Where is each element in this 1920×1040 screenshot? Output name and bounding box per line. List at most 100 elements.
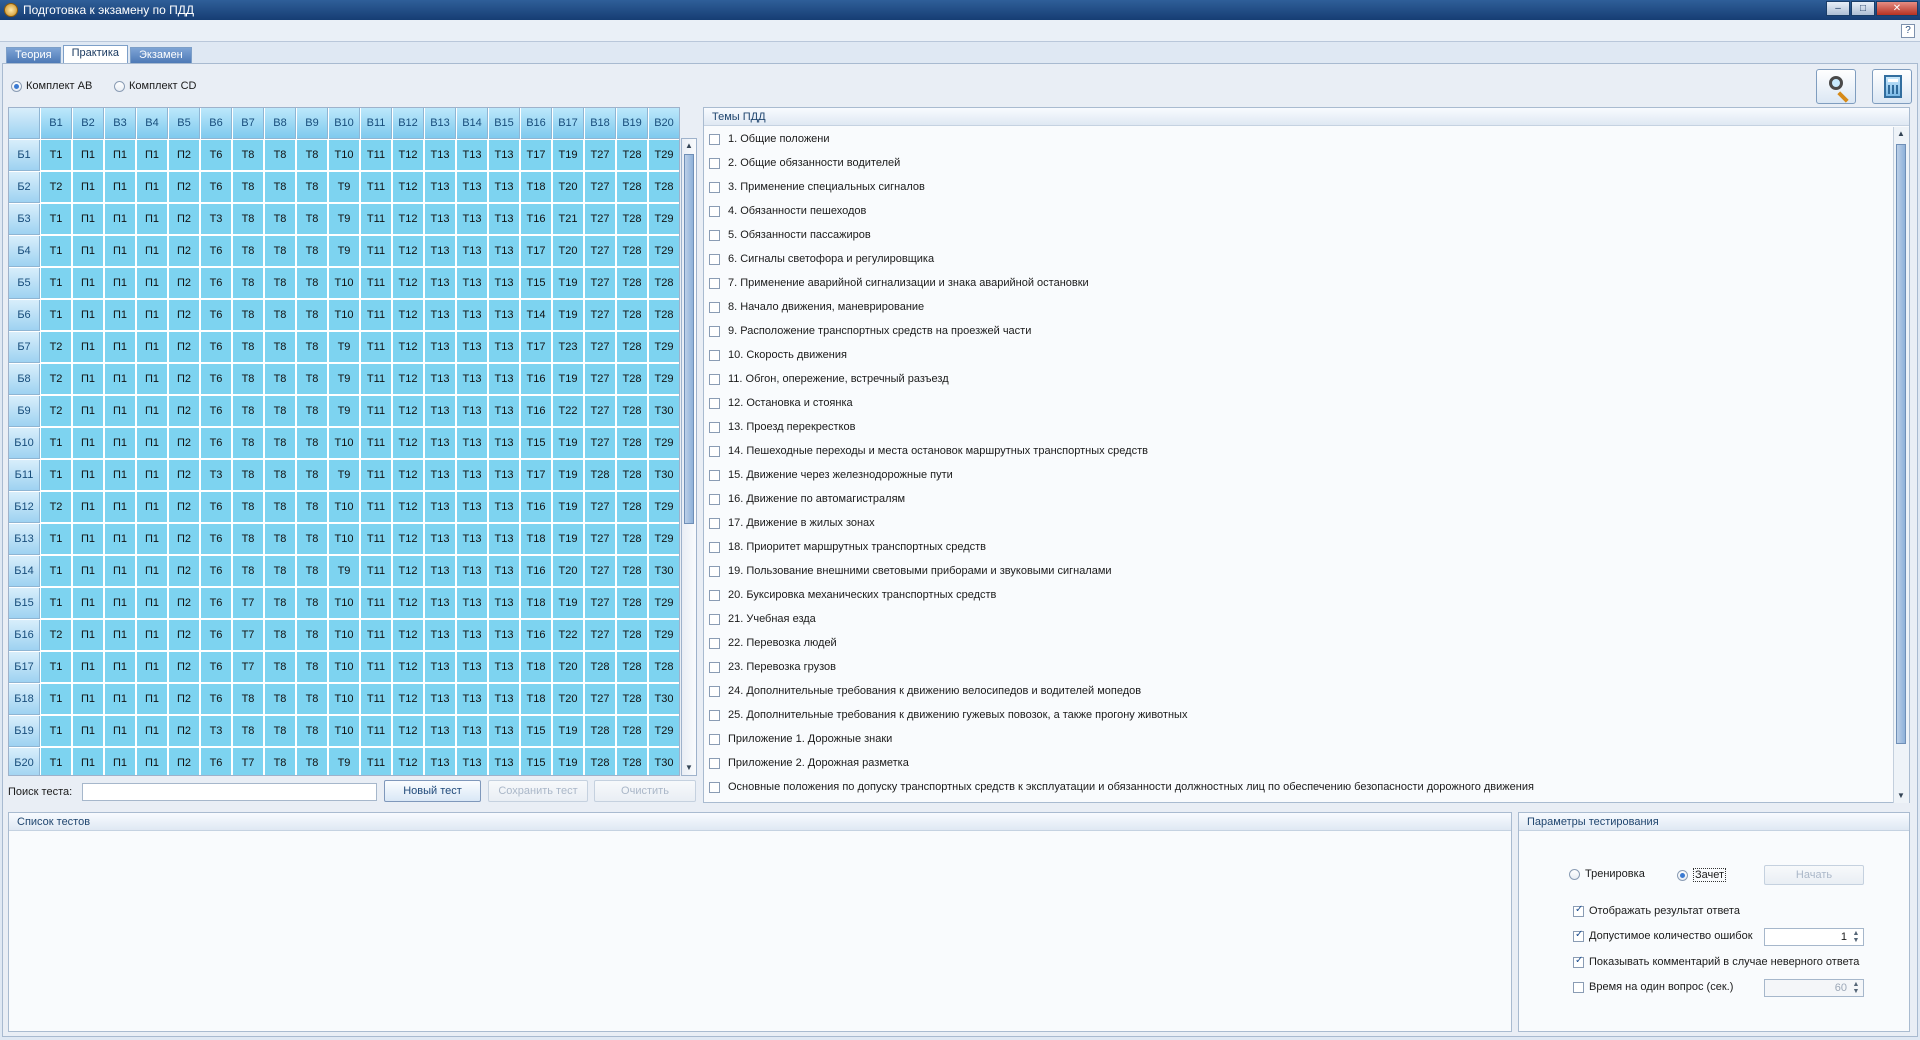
grid-cell[interactable]: Т11	[361, 524, 392, 555]
grid-cell[interactable]: Т11	[361, 684, 392, 715]
grid-cell[interactable]: П1	[137, 652, 168, 683]
grid-cell[interactable]: Т8	[233, 556, 264, 587]
grid-cell[interactable]: Т27	[585, 140, 616, 171]
grid-cell[interactable]: Т18	[521, 172, 552, 203]
zoom-button[interactable]	[1816, 69, 1856, 104]
grid-cell[interactable]: Т11	[361, 204, 392, 235]
grid-cell[interactable]: Т13	[489, 620, 520, 651]
grid-cell[interactable]: П2	[169, 396, 200, 427]
grid-cell[interactable]: Т3	[201, 204, 232, 235]
grid-cell[interactable]: Т13	[489, 652, 520, 683]
grid-cell[interactable]: Т12	[393, 460, 424, 491]
grid-cell[interactable]: П1	[73, 428, 104, 459]
grid-cell[interactable]: Т11	[361, 428, 392, 459]
row-header[interactable]: Б3	[9, 204, 40, 235]
grid-cell[interactable]: П1	[105, 140, 136, 171]
grid-cell[interactable]: Т28	[649, 300, 679, 331]
grid-cell[interactable]: Т13	[457, 364, 488, 395]
grid-cell[interactable]: Т28	[617, 652, 648, 683]
grid-cell[interactable]: П1	[105, 588, 136, 619]
grid-cell[interactable]: Т13	[489, 364, 520, 395]
grid-cell[interactable]: Т12	[393, 428, 424, 459]
grid-cell[interactable]: Т6	[201, 588, 232, 619]
tab-theory[interactable]: Теория	[6, 47, 61, 63]
grid-cell[interactable]: Т8	[265, 332, 296, 363]
grid-cell[interactable]: Т12	[393, 268, 424, 299]
grid-cell[interactable]: Т12	[393, 492, 424, 523]
row-header[interactable]: Б15	[9, 588, 40, 619]
grid-cell[interactable]: П2	[169, 300, 200, 331]
grid-cell[interactable]: Т10	[329, 652, 360, 683]
topic-item[interactable]: 8. Начало движения, маневрирование	[704, 295, 1893, 319]
grid-cell[interactable]: Т13	[489, 172, 520, 203]
grid-cell[interactable]: Т8	[265, 300, 296, 331]
grid-cell[interactable]: П1	[105, 428, 136, 459]
grid-cell[interactable]: Т12	[393, 204, 424, 235]
grid-cell[interactable]: Т21	[553, 204, 584, 235]
grid-cell[interactable]: П1	[137, 684, 168, 715]
grid-cell[interactable]: Т13	[457, 268, 488, 299]
topic-checkbox[interactable]	[709, 133, 720, 145]
grid-cell[interactable]: Т15	[521, 716, 552, 747]
topic-item[interactable]: 1. Общие положени	[704, 127, 1893, 151]
grid-cell[interactable]: Т8	[297, 396, 328, 427]
grid-cell[interactable]: Т10	[329, 716, 360, 747]
grid-cell[interactable]: Т3	[201, 460, 232, 491]
show-comment-checkbox[interactable]: Показывать комментарий в случае неверног…	[1573, 955, 1859, 968]
row-header[interactable]: Б2	[9, 172, 40, 203]
grid-cell[interactable]: Т6	[201, 652, 232, 683]
grid-cell[interactable]: П2	[169, 236, 200, 267]
grid-cell[interactable]: Т6	[201, 396, 232, 427]
grid-cell[interactable]: Т15	[521, 268, 552, 299]
grid-cell[interactable]: П1	[73, 492, 104, 523]
grid-cell[interactable]: Т29	[649, 524, 679, 555]
grid-cell[interactable]: Т18	[521, 684, 552, 715]
grid-cell[interactable]: Т8	[265, 396, 296, 427]
grid-cell[interactable]: Т8	[297, 684, 328, 715]
grid-cell[interactable]: Т17	[521, 332, 552, 363]
checkbox-indicator[interactable]	[1573, 981, 1584, 993]
grid-cell[interactable]: Т28	[617, 748, 648, 775]
grid-cell[interactable]: Т13	[457, 140, 488, 171]
grid-cell[interactable]: Т10	[329, 620, 360, 651]
grid-cell[interactable]: Т12	[393, 588, 424, 619]
grid-cell[interactable]: П1	[73, 140, 104, 171]
grid-cell[interactable]: П1	[137, 204, 168, 235]
grid-cell[interactable]: Т12	[393, 716, 424, 747]
allowed-errors-input[interactable]: 1 ▲ ▼	[1764, 928, 1864, 946]
grid-cell[interactable]: Т29	[649, 620, 679, 651]
set-cd-radio[interactable]: Комплект CD	[114, 80, 197, 92]
grid-cell[interactable]: П1	[73, 204, 104, 235]
grid-cell[interactable]: П2	[169, 716, 200, 747]
grid-cell[interactable]: Т13	[489, 204, 520, 235]
grid-cell[interactable]: Т13	[457, 652, 488, 683]
grid-cell[interactable]: Т27	[585, 236, 616, 267]
topic-checkbox[interactable]	[709, 517, 720, 529]
grid-cell[interactable]: Т8	[233, 268, 264, 299]
grid-cell[interactable]: Т1	[41, 716, 72, 747]
grid-cell[interactable]: Т1	[41, 460, 72, 491]
grid-cell[interactable]: Т28	[585, 460, 616, 491]
grid-cell[interactable]: Т11	[361, 300, 392, 331]
grid-cell[interactable]: П2	[169, 748, 200, 775]
row-header[interactable]: Б12	[9, 492, 40, 523]
grid-cell[interactable]: П1	[105, 300, 136, 331]
row-header[interactable]: Б9	[9, 396, 40, 427]
grid-cell[interactable]: П1	[73, 620, 104, 651]
grid-cell[interactable]: Т9	[329, 236, 360, 267]
grid-cell[interactable]: Т13	[489, 396, 520, 427]
grid-cell[interactable]: Т28	[617, 684, 648, 715]
grid-cell[interactable]: П1	[105, 204, 136, 235]
grid-cell[interactable]: Т28	[617, 140, 648, 171]
grid-cell[interactable]: Т1	[41, 428, 72, 459]
grid-cell[interactable]: Т10	[329, 268, 360, 299]
grid-cell[interactable]: П1	[73, 172, 104, 203]
grid-cell[interactable]: Т8	[233, 396, 264, 427]
grid-cell[interactable]: Т28	[617, 396, 648, 427]
topic-item[interactable]: 6. Сигналы светофора и регулировщика	[704, 247, 1893, 271]
topic-checkbox[interactable]	[709, 637, 720, 649]
grid-cell[interactable]: Т16	[521, 364, 552, 395]
row-header[interactable]: Б19	[9, 716, 40, 747]
grid-cell[interactable]: П2	[169, 428, 200, 459]
grid-cell[interactable]: П1	[105, 748, 136, 775]
